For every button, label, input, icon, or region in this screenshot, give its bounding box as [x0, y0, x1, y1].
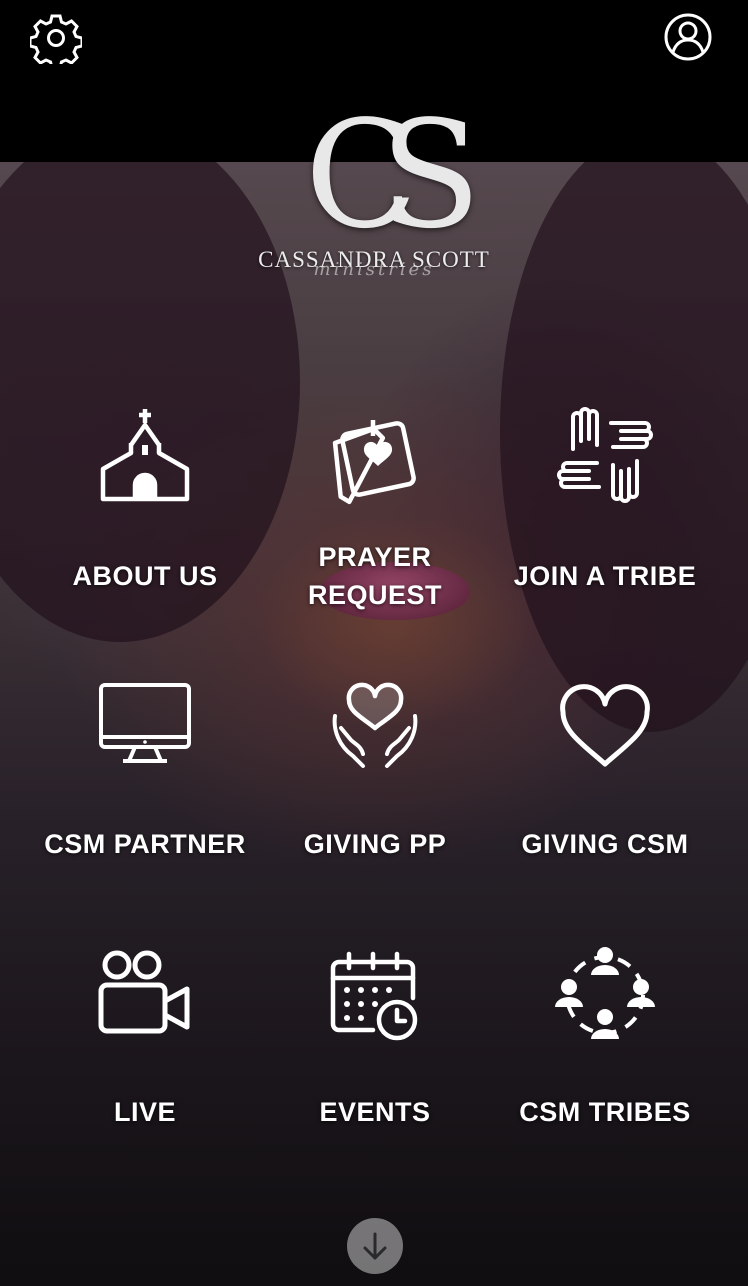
heart-hands-icon — [332, 682, 418, 768]
settings-button[interactable] — [28, 12, 84, 70]
video-camera-icon — [98, 950, 190, 1034]
people-circle-icon — [555, 947, 655, 1039]
menu-label: EVENTS — [319, 1097, 431, 1127]
user-circle-icon — [664, 13, 712, 61]
menu-label: GIVING CSM — [521, 829, 689, 859]
gear-icon — [28, 14, 84, 70]
menu-giving-csm[interactable]: GIVING CSM — [490, 675, 720, 870]
profile-button[interactable] — [663, 12, 713, 62]
monitor-icon — [99, 683, 191, 763]
menu-events[interactable]: EVENTS — [260, 945, 490, 1140]
menu-label: GIVING PP — [303, 829, 447, 859]
scroll-down-button[interactable] — [347, 1218, 403, 1274]
joined-hands-icon — [557, 407, 653, 503]
menu-csm-partner[interactable]: CSM PARTNER — [30, 675, 260, 870]
church-icon — [100, 409, 190, 502]
menu-csm-tribes[interactable]: CSM TRIBES — [490, 945, 720, 1140]
menu-label: ABOUT US — [72, 561, 218, 591]
menu-label: PRAYER REQUEST — [307, 542, 443, 610]
logo-monogram: CS — [304, 89, 482, 261]
menu-label: CSM PARTNER — [44, 829, 246, 859]
menu-join-a-tribe[interactable]: JOIN A TRIBE — [490, 405, 720, 605]
menu-giving-pp[interactable]: GIVING PP — [260, 675, 490, 870]
menu-label: JOIN A TRIBE — [513, 561, 697, 591]
prayer-note-heart-icon — [332, 420, 416, 505]
menu-live[interactable]: LIVE — [30, 945, 260, 1140]
menu-label: LIVE — [113, 1097, 176, 1127]
menu-about-us[interactable]: ABOUT US — [30, 405, 260, 605]
arrow-down-icon — [363, 1232, 387, 1260]
heart-icon — [560, 684, 650, 767]
menu-label: CSM TRIBES — [519, 1097, 691, 1127]
calendar-clock-icon — [330, 951, 418, 1041]
menu-prayer-request[interactable]: PRAYER REQUEST — [260, 405, 490, 615]
ministry-logo: CS CASSANDRA SCOTT ministries — [250, 89, 498, 305]
